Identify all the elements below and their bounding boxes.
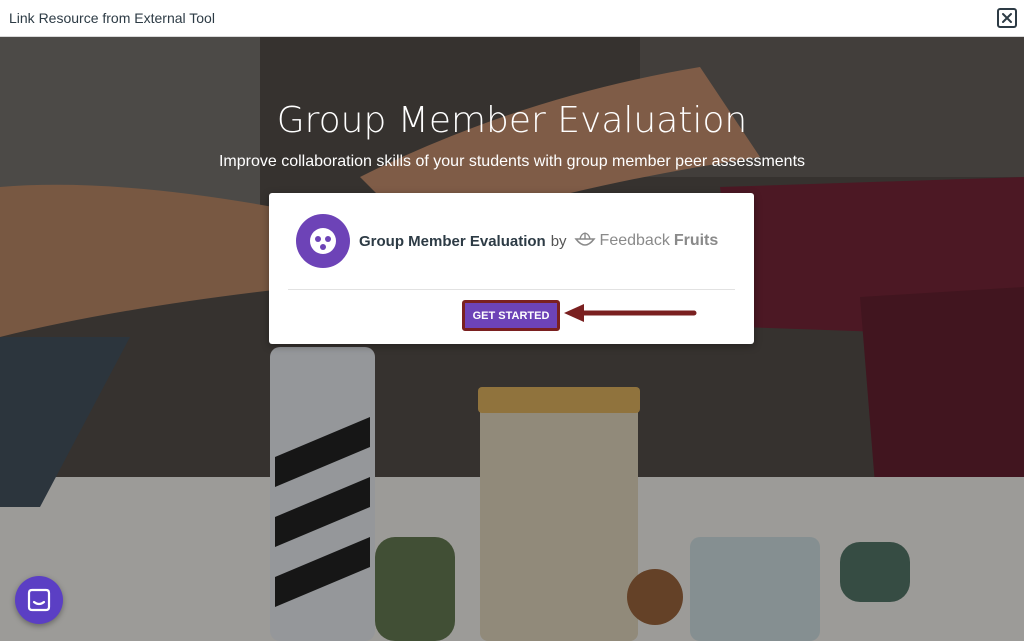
brand-name-bold: Fruits xyxy=(673,232,719,249)
brand-logo: Feedback Fruits xyxy=(573,231,719,251)
group-dots-icon xyxy=(310,228,336,254)
product-logo xyxy=(296,214,350,268)
dialog-titlebar: Link Resource from External Tool xyxy=(0,0,1024,37)
arrow-left-icon xyxy=(564,304,697,322)
get-started-button[interactable]: GET STARTED xyxy=(462,300,560,331)
hero-subtitle: Improve collaboration skills of your stu… xyxy=(218,153,806,170)
product-line: Group Member Evaluation by Feedback Fruit… xyxy=(359,231,718,251)
fruit-logo-icon xyxy=(573,232,596,246)
brand-name-light: Feedback xyxy=(599,232,670,249)
by-label: by xyxy=(550,232,567,250)
close-button[interactable] xyxy=(997,8,1017,28)
tool-launch-panel: Group Member Evaluation Improve collabor… xyxy=(0,37,1024,641)
chat-button[interactable] xyxy=(15,576,63,624)
chat-icon xyxy=(27,588,51,612)
product-name: Group Member Evaluation xyxy=(359,232,546,250)
hero-title: Group Member Evaluation xyxy=(276,100,748,141)
card-divider xyxy=(288,289,735,290)
close-icon xyxy=(1002,13,1012,23)
dialog-title: Link Resource from External Tool xyxy=(9,10,215,26)
